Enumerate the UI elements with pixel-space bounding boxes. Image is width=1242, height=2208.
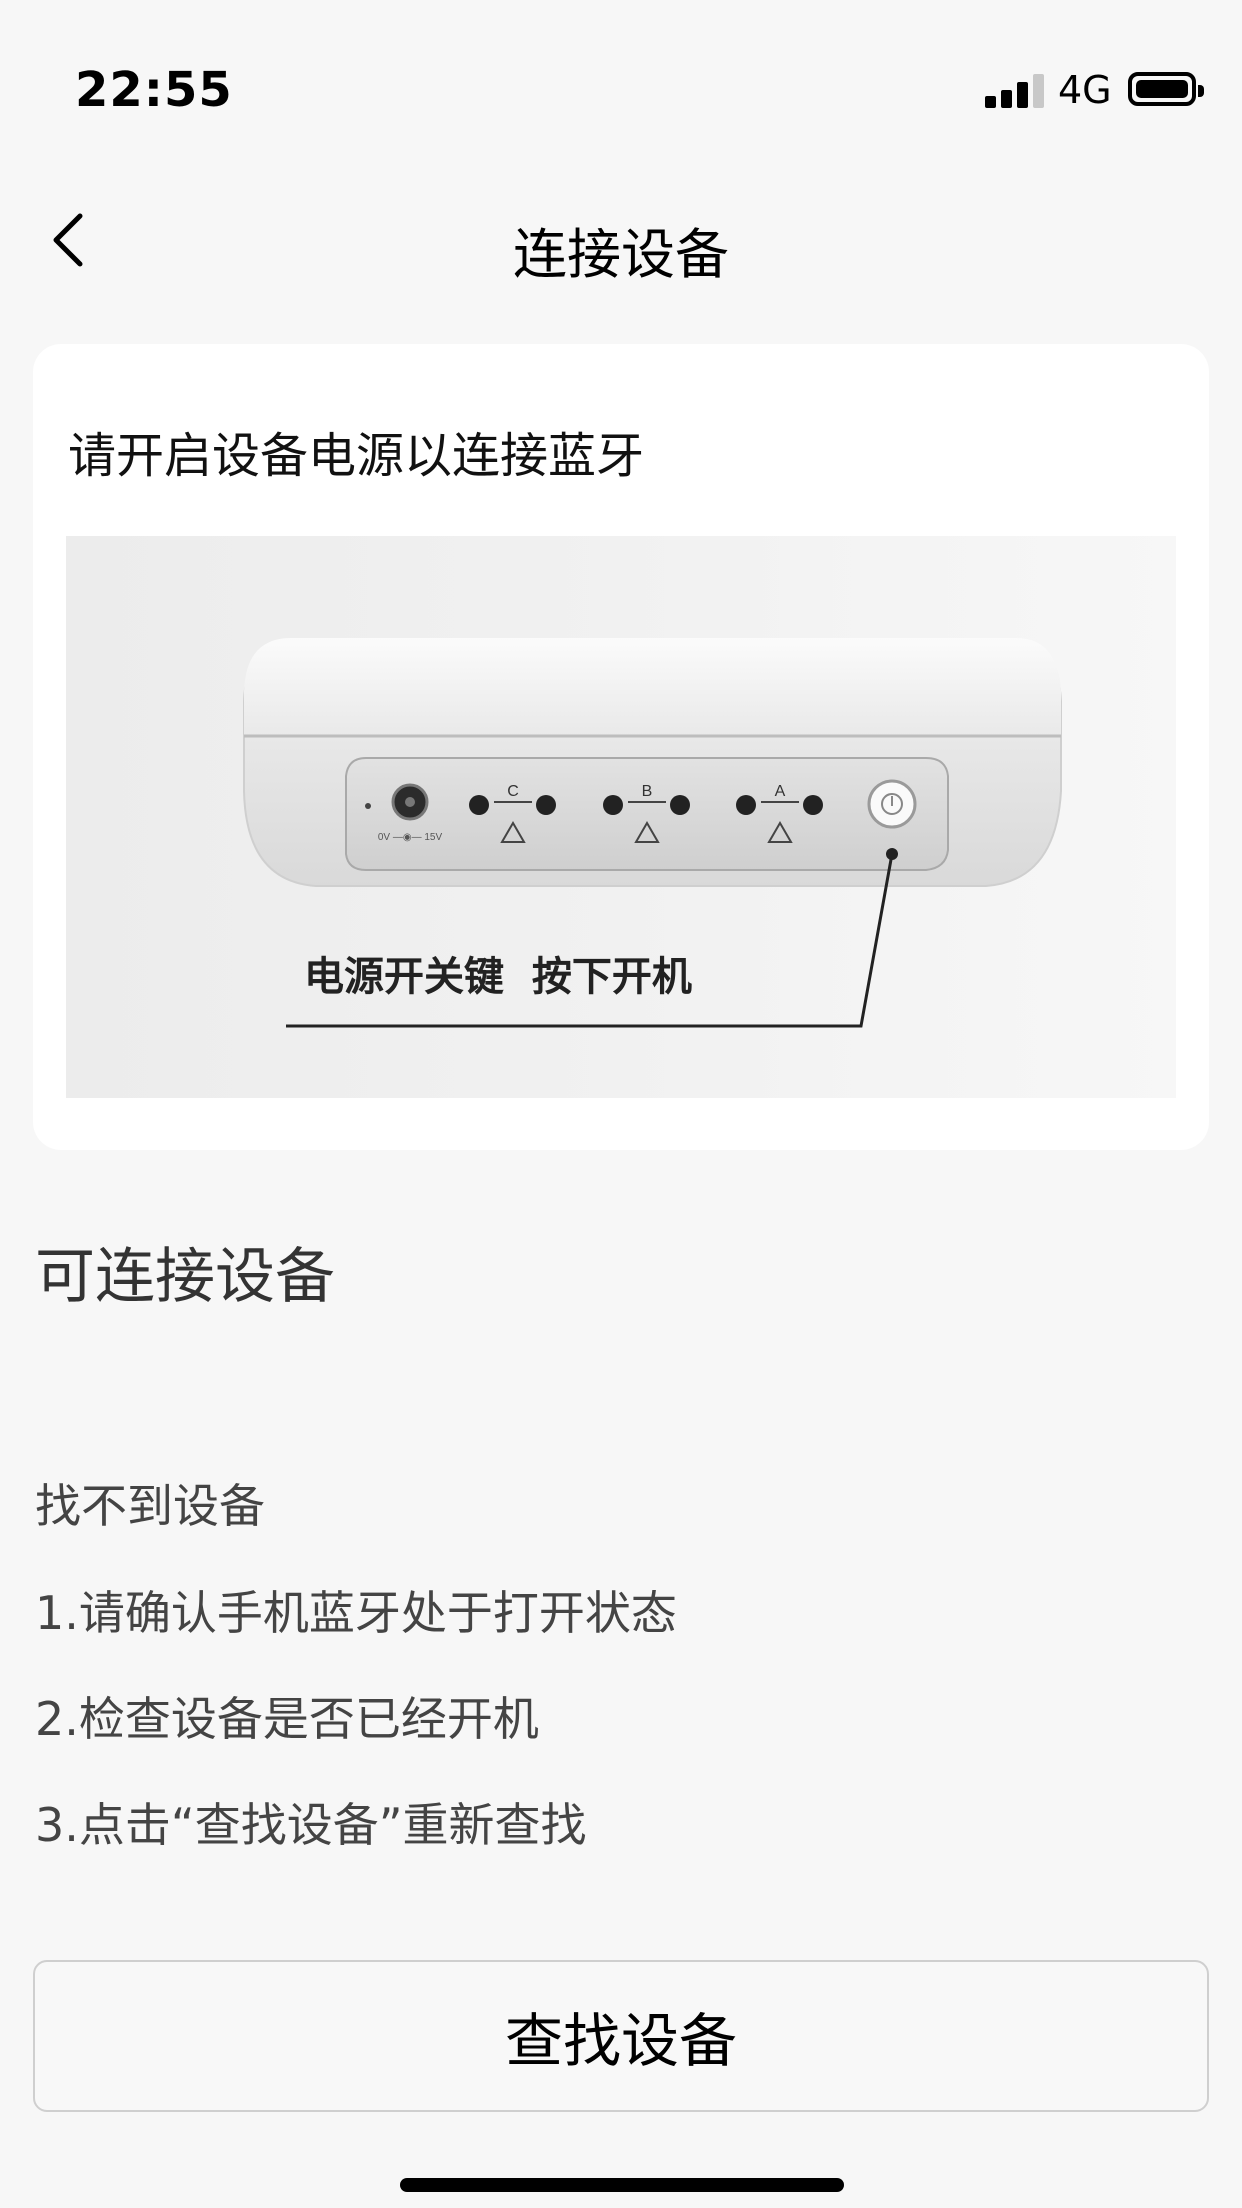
- device-illustration: 0V —◉— 15V C B A 电源开关键 按下开机: [66, 536, 1176, 1098]
- battery-icon: [1128, 72, 1204, 106]
- port-label-c: C: [507, 783, 519, 800]
- signal-strength-icon: [985, 72, 1045, 108]
- page-title: 连接设备: [513, 223, 729, 286]
- power-button-illustration: [867, 779, 917, 829]
- status-time: 22:55: [75, 62, 233, 118]
- help-step-3: 3.点击“查找设备”重新查找: [35, 1798, 587, 1852]
- port-label-b: B: [642, 783, 653, 800]
- card-title: 请开启设备电源以连接蓝牙: [68, 428, 645, 484]
- navigation-bar: 连接设备: [0, 180, 1242, 300]
- help-heading: 找不到设备: [35, 1479, 265, 1533]
- status-bar: 22:55 4G: [0, 0, 1242, 180]
- available-devices-title: 可连接设备: [35, 1242, 335, 1312]
- power-jack-label: 0V —◉— 15V: [378, 832, 443, 843]
- home-indicator[interactable]: [400, 2178, 844, 2192]
- network-type: 4G: [1058, 68, 1112, 112]
- power-callout-label: 电源开关键 按下开机: [304, 954, 692, 1000]
- find-device-button[interactable]: 查找设备: [33, 1960, 1209, 2112]
- device-illustration-svg: 0V —◉— 15V C B A 电源开关键 按下开机: [243, 638, 1062, 1028]
- help-step-2: 2.检查设备是否已经开机: [35, 1692, 539, 1746]
- help-step-1: 1.请确认手机蓝牙处于打开状态: [35, 1586, 677, 1640]
- port-label-a: A: [775, 783, 786, 800]
- instruction-card: 请开启设备电源以连接蓝牙 0V —◉— 15V C B A 电源开关键 按下开机: [33, 344, 1209, 1150]
- indicator-dot: [365, 803, 371, 809]
